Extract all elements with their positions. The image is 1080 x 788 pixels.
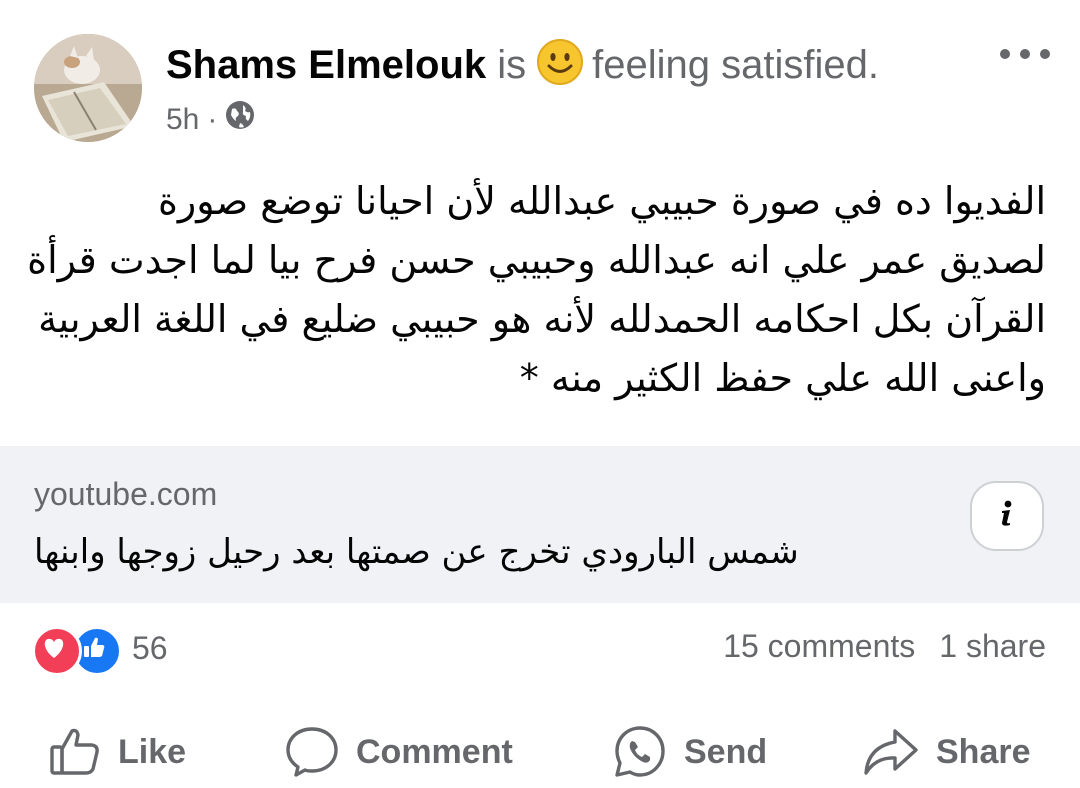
shares-count-link[interactable]: 1 share [939,628,1046,664]
like-icon [48,725,102,779]
slightly-smiling-face-icon [536,38,584,86]
reaction-icons [32,624,124,676]
like-label: Like [118,732,187,771]
info-button[interactable] [970,481,1044,551]
author-line: Shams Elmelouk is feeling satisfied. [166,38,879,89]
meta-separator: · [207,102,218,136]
avatar[interactable] [34,34,142,142]
dot [1020,49,1030,59]
whatsapp-icon [612,724,668,780]
info-icon [997,500,1017,533]
more-options-button[interactable] [996,40,1056,68]
post-header: Shams Elmelouk is feeling satisfied. 5h · [0,0,1080,150]
is-word: is [497,43,527,87]
action-bar: Like Comment Send Share [0,712,1080,788]
reaction-count: 56 [132,629,168,666]
post-meta: 5h · [166,100,255,139]
comment-label: Comment [356,732,513,771]
like-button[interactable]: Like [48,722,186,782]
post-text-line: واعنى الله علي حفظ الكثير منه * [519,356,1046,400]
comment-icon [284,725,340,779]
link-domain: youtube.com [34,476,218,512]
link-preview-card[interactable]: youtube.com شمس البارودي تخرج عن صمتها ب… [0,446,1080,603]
feeling-text[interactable]: feeling satisfied. [592,43,879,87]
post-text-line: الفديوا ده في صورة حبيبي عبدالله لأن احي… [157,179,1046,223]
send-button[interactable]: Send [612,722,767,782]
post-text-line: لصديق عمر علي انه عبدالله وحبيبي حسن فرح… [27,238,1046,282]
post-text-line: القرآن بكل احكامه الحمدلله لأنه هو حبيبي… [38,297,1046,341]
reactions-summary[interactable]: 56 [32,624,168,676]
dot [1000,49,1010,59]
post-text: الفديوا ده في صورة حبيبي عبدالله لأن احي… [27,172,1046,408]
engagement-stats: 15 comments 1 share [723,628,1046,665]
send-label: Send [684,732,768,771]
share-icon [862,725,920,779]
globe-icon[interactable] [225,100,255,139]
comment-button[interactable]: Comment [284,722,513,782]
link-title: شمس البارودي تخرج عن صمتها بعد رحيل زوجه… [34,532,799,572]
love-reaction-icon [32,626,82,676]
comments-count-link[interactable]: 15 comments [723,628,915,664]
share-button[interactable]: Share [862,722,1031,782]
post-time[interactable]: 5h [166,102,199,138]
share-label: Share [936,732,1031,771]
author-name[interactable]: Shams Elmelouk [166,43,486,87]
dot [1040,49,1050,59]
